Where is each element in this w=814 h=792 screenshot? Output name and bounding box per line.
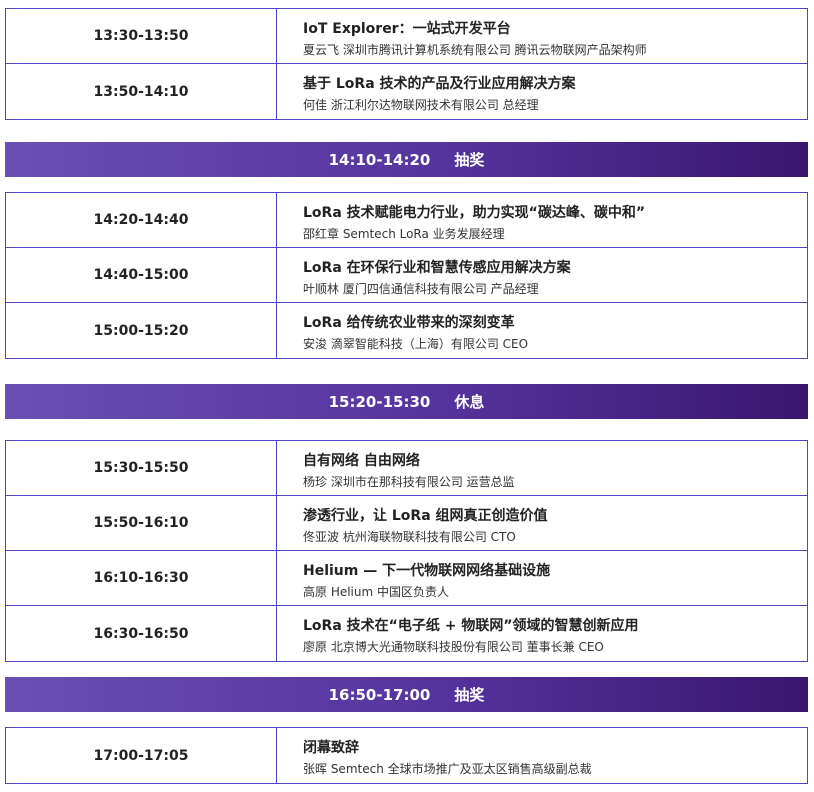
- session-time: 15:30-15:50: [6, 441, 277, 495]
- session-speaker: 叶顺林 厦门四信通信科技有限公司 产品经理: [303, 281, 539, 296]
- session-speaker: 夏云飞 深圳市腾讯计算机系统有限公司 腾讯云物联网产品架构师: [303, 42, 647, 57]
- session-content: LoRa 给传统农业带来的深刻变革 安浚 滴翠智能科技（上海）有限公司 CEO: [277, 303, 807, 358]
- session-title: LoRa 技术在“电子纸 + 物联网”领域的智慧创新应用: [303, 618, 639, 634]
- break-time: 15:20-15:30: [328, 392, 431, 411]
- session-content: LoRa 技术赋能电力行业，助力实现“碳达峰、碳中和” 邵红章 Semtech …: [277, 193, 807, 247]
- session-time: 17:00-17:05: [6, 728, 277, 783]
- session-content: 基于 LoRa 技术的产品及行业应用解决方案 何佳 浙江利尔达物联网技术有限公司…: [277, 64, 807, 119]
- session-content: LoRa 在环保行业和智慧传感应用解决方案 叶顺林 厦门四信通信科技有限公司 产…: [277, 248, 807, 302]
- break-time: 16:50-17:00: [328, 685, 431, 704]
- session-title: 闭幕致辞: [303, 740, 359, 756]
- session-content: IoT Explorer：一站式开发平台 夏云飞 深圳市腾讯计算机系统有限公司 …: [277, 9, 807, 63]
- agenda-table-2: 14:20-14:40 LoRa 技术赋能电力行业，助力实现“碳达峰、碳中和” …: [5, 192, 808, 359]
- session-title: LoRa 技术赋能电力行业，助力实现“碳达峰、碳中和”: [303, 204, 646, 221]
- session-speaker: 安浚 滴翠智能科技（上海）有限公司 CEO: [303, 337, 529, 351]
- session-content: 闭幕致辞 张晖 Semtech 全球市场推广及亚太区销售高级副总裁: [277, 728, 807, 783]
- agenda-row: 14:20-14:40 LoRa 技术赋能电力行业，助力实现“碳达峰、碳中和” …: [6, 193, 807, 248]
- agenda-row: 15:00-15:20 LoRa 给传统农业带来的深刻变革 安浚 滴翠智能科技（…: [6, 303, 807, 358]
- session-content: 渗透行业，让 LoRa 组网真正创造价值 佟亚波 杭州海联物联科技有限公司 CT…: [277, 496, 807, 550]
- session-speaker: 廖原 北京博大光通物联科技股份有限公司 董事长兼 CEO: [303, 640, 604, 654]
- session-content: LoRa 技术在“电子纸 + 物联网”领域的智慧创新应用 廖原 北京博大光通物联…: [277, 606, 807, 661]
- break-time: 14:10-14:20: [328, 150, 431, 169]
- agenda-row: 13:50-14:10 基于 LoRa 技术的产品及行业应用解决方案 何佳 浙江…: [6, 64, 807, 119]
- session-speaker: 何佳 浙江利尔达物联网技术有限公司 总经理: [303, 98, 539, 112]
- agenda-row: 13:30-13:50 IoT Explorer：一站式开发平台 夏云飞 深圳市…: [6, 9, 807, 64]
- session-speaker: 杨珍 深圳市在那科技有限公司 运营总监: [303, 474, 515, 489]
- agenda-row: 17:00-17:05 闭幕致辞 张晖 Semtech 全球市场推广及亚太区销售…: [6, 728, 807, 783]
- session-speaker: 邵红章 Semtech LoRa 业务发展经理: [303, 226, 505, 241]
- session-title: IoT Explorer：一站式开发平台: [303, 20, 511, 37]
- session-time: 14:20-14:40: [6, 193, 277, 247]
- session-time: 15:00-15:20: [6, 303, 277, 358]
- session-content: Helium — 下一代物联网网络基础设施 高原 Helium 中国区负责人: [277, 551, 807, 605]
- session-speaker: 张晖 Semtech 全球市场推广及亚太区销售高级副总裁: [303, 762, 592, 776]
- agenda-table-4: 17:00-17:05 闭幕致辞 张晖 Semtech 全球市场推广及亚太区销售…: [5, 727, 808, 784]
- session-title: LoRa 给传统农业带来的深刻变革: [303, 315, 515, 331]
- agenda-row: 15:50-16:10 渗透行业，让 LoRa 组网真正创造价值 佟亚波 杭州海…: [6, 496, 807, 551]
- session-title: 渗透行业，让 LoRa 组网真正创造价值: [303, 507, 548, 524]
- session-title: LoRa 在环保行业和智慧传感应用解决方案: [303, 259, 571, 276]
- agenda-table-3: 15:30-15:50 自有网络 自由网络 杨珍 深圳市在那科技有限公司 运营总…: [5, 440, 808, 662]
- agenda-row: 15:30-15:50 自有网络 自由网络 杨珍 深圳市在那科技有限公司 运营总…: [6, 441, 807, 496]
- session-time: 13:30-13:50: [6, 9, 277, 63]
- session-title: Helium — 下一代物联网网络基础设施: [303, 562, 551, 579]
- break-band: 14:10-14:20 抽奖: [5, 142, 808, 177]
- agenda-row: 16:30-16:50 LoRa 技术在“电子纸 + 物联网”领域的智慧创新应用…: [6, 606, 807, 661]
- session-time: 16:30-16:50: [6, 606, 277, 661]
- session-time: 13:50-14:10: [6, 64, 277, 119]
- break-label: 休息: [454, 393, 485, 411]
- session-content: 自有网络 自由网络 杨珍 深圳市在那科技有限公司 运营总监: [277, 441, 807, 495]
- break-label: 抽奖: [454, 151, 485, 169]
- agenda-row: 14:40-15:00 LoRa 在环保行业和智慧传感应用解决方案 叶顺林 厦门…: [6, 248, 807, 303]
- agenda-row: 16:10-16:30 Helium — 下一代物联网网络基础设施 高原 Hel…: [6, 551, 807, 606]
- session-title: 自有网络 自由网络: [303, 452, 420, 469]
- break-band: 16:50-17:00 抽奖: [5, 677, 808, 712]
- session-time: 16:10-16:30: [6, 551, 277, 605]
- agenda-table-1: 13:30-13:50 IoT Explorer：一站式开发平台 夏云飞 深圳市…: [5, 8, 808, 120]
- session-speaker: 佟亚波 杭州海联物联科技有限公司 CTO: [303, 529, 516, 544]
- break-label: 抽奖: [454, 686, 485, 704]
- session-title: 基于 LoRa 技术的产品及行业应用解决方案: [303, 76, 576, 92]
- break-band: 15:20-15:30 休息: [5, 384, 808, 419]
- session-time: 14:40-15:00: [6, 248, 277, 302]
- session-time: 15:50-16:10: [6, 496, 277, 550]
- session-speaker: 高原 Helium 中国区负责人: [303, 584, 449, 599]
